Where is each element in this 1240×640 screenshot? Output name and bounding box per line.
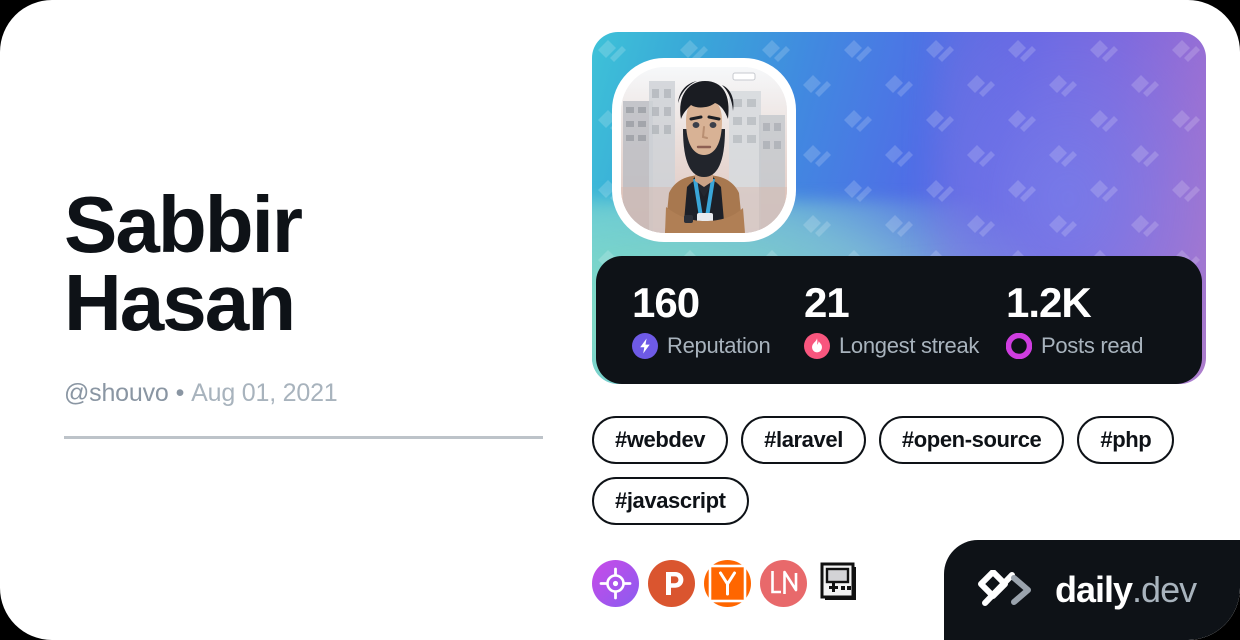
daily-dev-branding: daily .dev bbox=[944, 540, 1240, 640]
separator-dot: • bbox=[175, 378, 185, 407]
stat-label: Reputation bbox=[667, 332, 771, 358]
tag-chip[interactable]: #laravel bbox=[741, 416, 866, 464]
join-date: Aug 01, 2021 bbox=[191, 378, 338, 407]
stat-posts-read: 1.2K Posts read bbox=[1006, 278, 1144, 359]
profile-identity: Sabbir Hasan @shouvo • Aug 01, 2021 bbox=[64, 180, 544, 408]
bolt-icon bbox=[632, 332, 658, 359]
brand-word-secondary: .dev bbox=[1132, 569, 1197, 610]
stat-label: Longest streak bbox=[839, 332, 980, 358]
stats-bar: 160 Reputation 21 Longest streak 1.2K Po… bbox=[596, 256, 1202, 384]
page-title: Sabbir Hasan bbox=[64, 180, 303, 348]
stat-value: 160 bbox=[632, 278, 700, 326]
lobsters-ln-badge-icon bbox=[760, 560, 807, 607]
stat-label-row: Reputation bbox=[632, 332, 804, 359]
product-hunt-badge-icon bbox=[648, 560, 695, 607]
daily-dev-wordmark: daily .dev bbox=[1055, 569, 1197, 611]
tag-chip[interactable]: #open-source bbox=[878, 416, 1065, 464]
tag-chip[interactable]: #javascript bbox=[592, 477, 749, 525]
stat-label-row: Posts read bbox=[1006, 332, 1144, 359]
stat-value: 21 bbox=[804, 278, 850, 326]
tag-list: #webdev #laravel #open-source #php #java… bbox=[592, 416, 1202, 525]
tag-chip[interactable]: #php bbox=[1077, 416, 1175, 464]
stat-label-row: Longest streak bbox=[804, 332, 1006, 359]
retro-console-badge-icon bbox=[816, 560, 863, 607]
daily-dev-chevrons-logo-icon bbox=[972, 570, 1038, 610]
stat-longest-streak: 21 Longest streak bbox=[804, 278, 1006, 359]
tag-chip[interactable]: #webdev bbox=[592, 416, 729, 464]
stat-label: Posts read bbox=[1041, 332, 1144, 358]
flame-icon bbox=[804, 332, 830, 359]
stat-reputation: 160 Reputation bbox=[632, 278, 804, 359]
username: @shouvo bbox=[64, 378, 169, 407]
avatar bbox=[612, 58, 796, 242]
crosshair-badge-icon bbox=[592, 560, 639, 607]
hacker-news-badge-icon bbox=[704, 560, 751, 607]
handle-and-join-date: @shouvo • Aug 01, 2021 bbox=[64, 379, 544, 408]
ring-icon bbox=[1006, 332, 1032, 359]
profile-card: Sabbir Hasan @shouvo • Aug 01, 2021 160 … bbox=[0, 0, 1240, 640]
avatar-image bbox=[621, 67, 787, 233]
stat-value: 1.2K bbox=[1006, 278, 1092, 326]
divider bbox=[64, 436, 543, 439]
badge-list bbox=[592, 560, 863, 607]
brand-word-primary: daily bbox=[1055, 569, 1133, 610]
